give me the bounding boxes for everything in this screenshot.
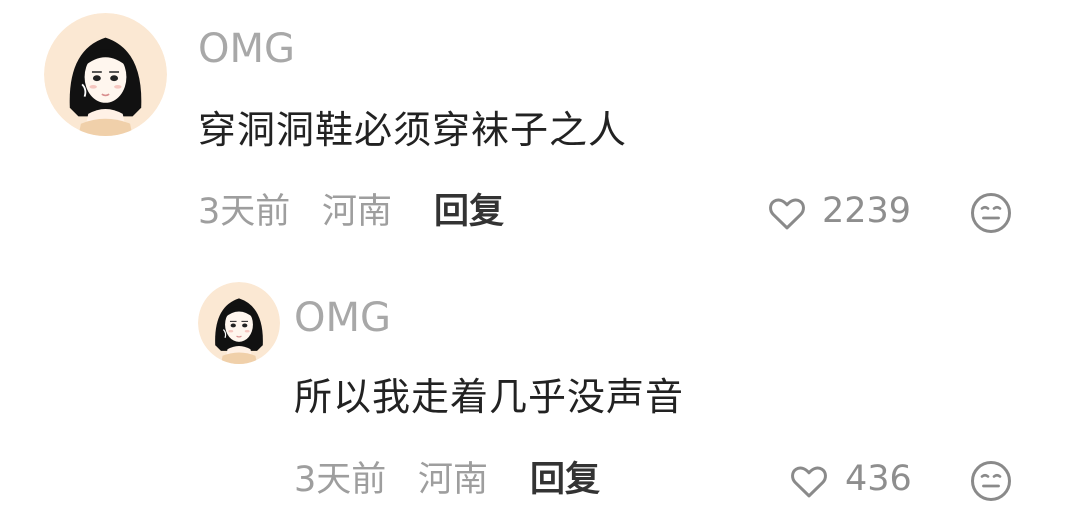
comment-time: 3天前 (198, 192, 291, 232)
girl-avatar-icon (44, 13, 167, 136)
avatar[interactable] (44, 13, 167, 136)
username[interactable]: OMG (198, 29, 295, 69)
heart-outline-icon (769, 198, 805, 230)
comment-text: 穿洞洞鞋必须穿袜子之人 (198, 108, 628, 152)
comment-location: 河南 (418, 460, 489, 500)
girl-avatar-icon (198, 282, 280, 364)
avatar[interactable] (198, 282, 280, 364)
comment-text: 所以我走着几乎没声音 (294, 375, 685, 419)
reaction-button[interactable] (969, 459, 1013, 503)
neutral-face-icon (971, 461, 1011, 501)
comment-location: 河南 (322, 192, 393, 232)
username[interactable]: OMG (294, 298, 391, 338)
like-button[interactable] (765, 192, 809, 234)
like-count: 2239 (822, 191, 912, 231)
reply-button[interactable]: 回复 (434, 195, 504, 230)
reaction-button[interactable] (969, 191, 1013, 235)
comment-time: 3天前 (294, 460, 387, 500)
neutral-face-icon (971, 193, 1011, 233)
reply-button[interactable]: 回复 (530, 463, 600, 498)
like-count: 436 (845, 459, 912, 499)
like-button[interactable] (787, 460, 831, 502)
heart-outline-icon (791, 466, 827, 498)
